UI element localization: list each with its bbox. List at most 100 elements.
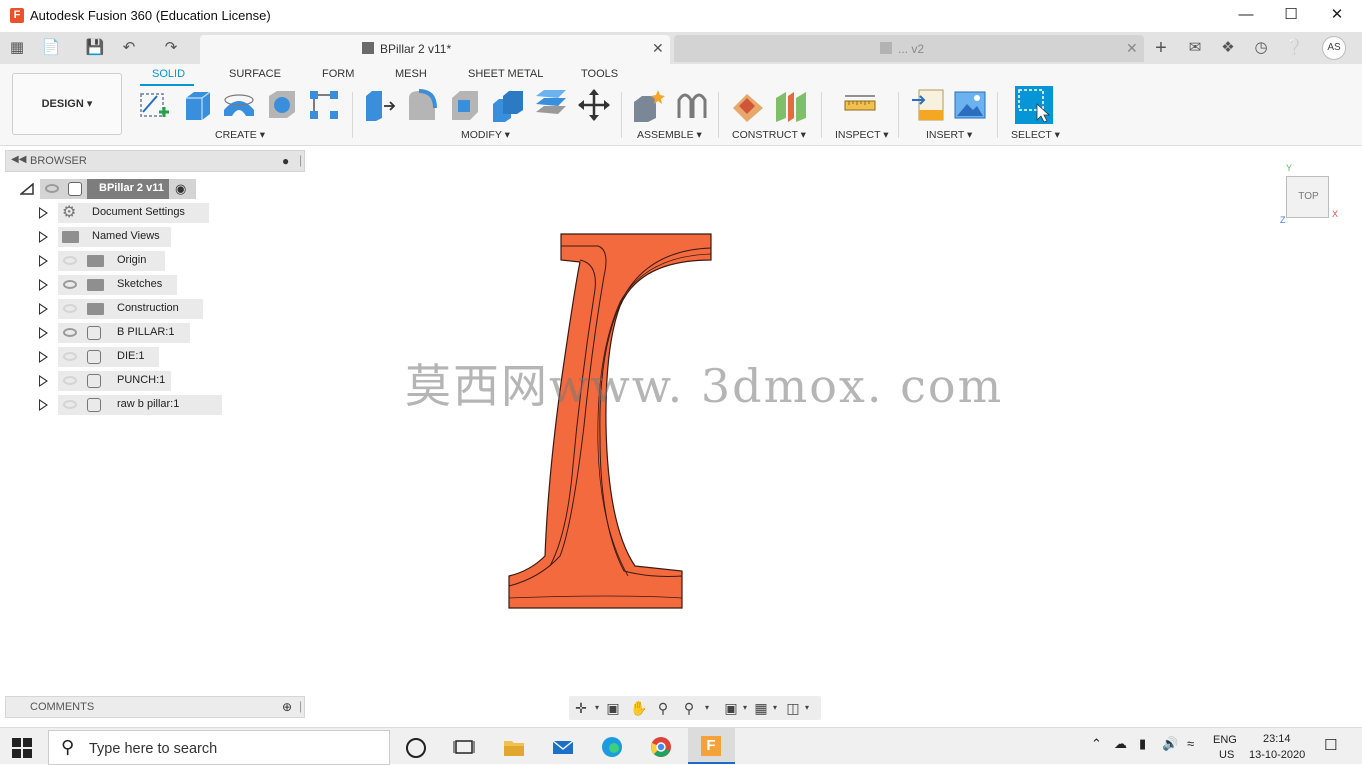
new-component-icon[interactable] [632, 88, 666, 122]
maximize-button[interactable]: ☐ [1273, 4, 1309, 28]
browser-root-row[interactable]: BPillar 2 v11 ◉ [0, 178, 300, 200]
task-view-icon[interactable] [453, 736, 475, 758]
battery-icon[interactable]: ▮ [1139, 736, 1146, 752]
notifications-icon[interactable]: ✉ [1184, 38, 1206, 58]
browser-panel-header[interactable]: ◀◀ BROWSER ● | [5, 150, 305, 172]
zoom-icon[interactable]: ⚲ [655, 700, 671, 716]
insert-menu[interactable]: INSERT ▾ [926, 129, 972, 141]
insert-canvas-icon[interactable] [953, 88, 987, 122]
insert-svg-icon[interactable] [911, 88, 945, 122]
inspect-menu[interactable]: INSPECT ▾ [835, 129, 889, 141]
clock-date[interactable]: 13-10-2020 [1249, 749, 1305, 761]
offset-plane-icon[interactable] [731, 88, 765, 122]
viewcube[interactable]: TOP [1286, 176, 1329, 218]
volume-icon[interactable]: 🔊 [1162, 736, 1178, 752]
tab-solid[interactable]: SOLID [152, 68, 185, 80]
keyboard-layout[interactable]: US [1219, 749, 1234, 761]
modify-menu[interactable]: MODIFY ▾ [461, 129, 510, 141]
browser-tree-item[interactable]: Named Views [0, 226, 300, 248]
create-menu[interactable]: CREATE ▾ [215, 129, 265, 141]
orbit-icon[interactable]: ✛ [573, 700, 589, 716]
close-tab-icon[interactable]: ✕ [652, 40, 664, 57]
eye-hidden-icon[interactable] [63, 400, 77, 409]
expand-arrow-icon[interactable] [39, 399, 48, 411]
user-avatar[interactable]: AS [1322, 36, 1346, 60]
create-sketch-icon[interactable] [137, 88, 171, 122]
dropdown-arrow-icon[interactable]: ▾ [589, 700, 605, 716]
measure-icon[interactable] [843, 88, 877, 122]
browser-tree-item[interactable]: Origin [0, 250, 300, 272]
tab-form[interactable]: FORM [322, 68, 354, 80]
eye-visible-icon[interactable] [63, 328, 77, 337]
browser-tree-item[interactable]: Construction [0, 298, 300, 320]
taskbar-search-box[interactable]: ⚲ Type here to search [48, 730, 390, 765]
browser-tree-item[interactable]: DIE:1 [0, 346, 300, 368]
redo-icon[interactable]: ↷ [160, 38, 182, 58]
move-icon[interactable] [577, 88, 611, 122]
panel-resize-handle[interactable]: | [299, 699, 302, 713]
onedrive-cloud-icon[interactable]: ☁ [1114, 736, 1127, 752]
combine-icon[interactable] [491, 88, 525, 122]
chrome-icon[interactable] [650, 736, 672, 758]
pattern-icon[interactable] [307, 88, 341, 122]
file-menu-icon[interactable]: 📄 [40, 38, 62, 58]
expand-arrow-icon[interactable] [39, 207, 48, 219]
windows-start-icon[interactable] [12, 738, 32, 758]
clock-time[interactable]: 23:14 [1263, 733, 1291, 745]
browser-tree-item[interactable]: ⚙ Document Settings [0, 202, 300, 224]
browser-tree-item[interactable]: B PILLAR:1 [0, 322, 300, 344]
input-language[interactable]: ENG [1213, 734, 1237, 746]
pan-hand-icon[interactable]: ✋ [630, 700, 647, 716]
close-window-button[interactable]: ✕ [1319, 4, 1355, 28]
look-at-icon[interactable]: ▣ [605, 700, 621, 716]
undo-icon[interactable]: ↶ [118, 38, 140, 58]
network-icon[interactable]: ≈ [1187, 736, 1194, 751]
expand-arrow-icon[interactable] [39, 303, 48, 315]
construct-menu[interactable]: CONSTRUCT ▾ [732, 129, 806, 141]
job-status-icon[interactable]: ❖ [1217, 38, 1239, 58]
dropdown-arrow-icon[interactable]: ▾ [737, 700, 753, 716]
tab-surface[interactable]: SURFACE [229, 68, 281, 80]
bpillar-part-model[interactable] [500, 226, 720, 616]
eye-visible-icon[interactable] [63, 280, 77, 289]
eye-visible-icon[interactable] [45, 184, 59, 193]
hole-icon[interactable] [265, 88, 299, 122]
browser-tree-item[interactable]: raw b pillar:1 [0, 394, 300, 416]
dropdown-arrow-icon[interactable]: ▾ [799, 700, 815, 716]
assemble-menu[interactable]: ASSEMBLE ▾ [637, 129, 702, 141]
activate-radio-icon[interactable]: ◉ [175, 181, 186, 197]
tab-mesh[interactable]: MESH [395, 68, 427, 80]
dropdown-arrow-icon[interactable]: ▾ [699, 700, 715, 716]
browser-tree-item[interactable]: Sketches [0, 274, 300, 296]
new-tab-plus-icon[interactable]: + [1150, 38, 1172, 58]
expand-arrow-icon[interactable] [39, 327, 48, 339]
data-panel-grid-icon[interactable]: ▦ [6, 38, 28, 58]
help-icon[interactable]: ❔ [1283, 38, 1305, 58]
mail-icon[interactable] [552, 736, 574, 758]
extrude-icon[interactable] [180, 88, 214, 122]
shell-icon[interactable] [448, 88, 482, 122]
eye-hidden-icon[interactable] [63, 376, 77, 385]
joint-icon[interactable] [675, 88, 709, 122]
browser-tree-item[interactable]: PUNCH:1 [0, 370, 300, 392]
file-explorer-icon[interactable] [503, 736, 525, 758]
dropdown-arrow-icon[interactable]: ▾ [767, 700, 783, 716]
edge-browser-icon[interactable] [601, 736, 623, 758]
expand-arrow-icon[interactable] [39, 231, 48, 243]
tab-tools[interactable]: TOOLS [581, 68, 618, 80]
tab-v2[interactable]: ... v2 ✕ [674, 35, 1144, 62]
action-center-icon[interactable]: ☐ [1324, 736, 1337, 754]
collapse-panel-icon[interactable]: ◀◀ [11, 154, 26, 165]
fusion-taskbar-button[interactable]: F [688, 728, 735, 764]
press-pull-icon[interactable] [362, 88, 396, 122]
add-comment-icon[interactable]: ⊕ [282, 700, 292, 714]
expand-arrow-icon[interactable] [39, 279, 48, 291]
show-hidden-icons-chevron[interactable]: ⌃ [1091, 736, 1102, 752]
eye-hidden-icon[interactable] [63, 352, 77, 361]
expand-arrow-icon[interactable] [39, 375, 48, 387]
workspace-switcher[interactable]: DESIGN ▾ [12, 73, 122, 135]
cortana-icon[interactable] [406, 738, 426, 758]
offset-face-icon[interactable] [534, 88, 568, 122]
revolve-icon[interactable] [222, 88, 256, 122]
expanded-arrow-icon[interactable] [20, 183, 34, 195]
